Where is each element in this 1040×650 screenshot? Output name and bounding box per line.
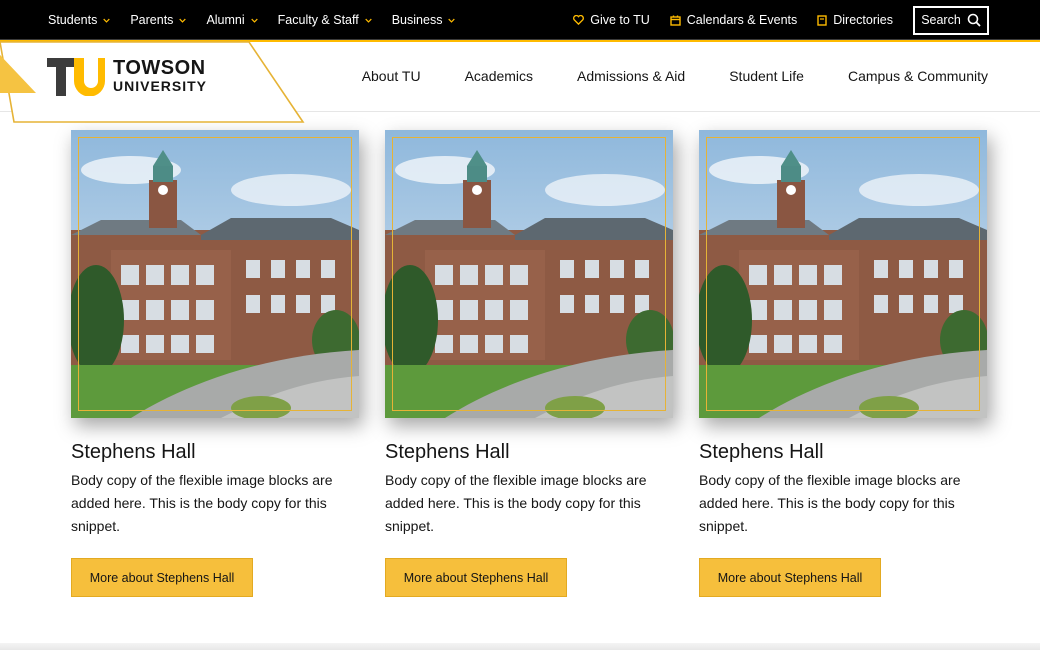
building-photo: [699, 130, 987, 418]
calendars-events-label: Calendars & Events: [686, 13, 798, 27]
card-body: Body copy of the flexible image blocks a…: [699, 472, 961, 534]
more-about-button[interactable]: More about Stephens Hall: [699, 558, 881, 597]
logo-university: UNIVERSITY: [113, 78, 208, 94]
card-title: Stephens Hall: [385, 441, 510, 463]
search-label: Search: [921, 13, 961, 27]
search-button[interactable]: Search: [913, 5, 989, 35]
image-block: Stephens Hall Body copy of the flexible …: [385, 130, 673, 597]
building-photo: [385, 130, 673, 418]
search-icon: [967, 13, 981, 27]
stephens-hall-image: [699, 130, 987, 418]
chevron-down-icon: [250, 18, 258, 23]
more-about-button[interactable]: More about Stephens Hall: [385, 558, 567, 597]
book-icon: [817, 14, 827, 26]
menu-business[interactable]: Business: [392, 13, 456, 27]
directories-link[interactable]: Directories: [817, 13, 893, 27]
menu-faculty-staff-label: Faculty & Staff: [277, 13, 359, 27]
logo-towson: TOWSON: [113, 57, 206, 79]
menu-parents[interactable]: Parents: [130, 13, 187, 27]
building-photo: [71, 130, 359, 418]
calendar-icon: [670, 15, 681, 26]
section-divider: [0, 643, 1040, 650]
logo-link[interactable]: TOWSON UNIVERSITY: [0, 40, 310, 126]
nav-campus-community[interactable]: Campus & Community: [848, 68, 988, 84]
main-header: TOWSON UNIVERSITY About TU Academics Adm…: [0, 40, 1040, 123]
calendars-events-link[interactable]: Calendars & Events: [670, 13, 797, 27]
nav-admissions-aid[interactable]: Admissions & Aid: [577, 68, 685, 84]
more-about-button[interactable]: More about Stephens Hall: [71, 558, 253, 597]
tu-logo-mark: [47, 58, 105, 96]
menu-alumni[interactable]: Alumni: [206, 13, 258, 27]
card-body: Body copy of the flexible image blocks a…: [71, 472, 333, 534]
card-body: Body copy of the flexible image blocks a…: [385, 472, 647, 534]
chevron-down-icon: [364, 18, 372, 23]
utility-links: Give to TU Calendars & Events Directorie…: [573, 0, 1040, 40]
utility-bar: Students Parents Alumni Faculty & Staff …: [0, 0, 1040, 40]
menu-alumni-label: Alumni: [206, 13, 245, 27]
menu-students-label: Students: [48, 13, 98, 27]
image-block: Stephens Hall Body copy of the flexible …: [699, 130, 987, 597]
chevron-down-icon: [103, 18, 111, 23]
nav-academics[interactable]: Academics: [465, 68, 533, 84]
directories-label: Directories: [833, 13, 893, 27]
image-block: Stephens Hall Body copy of the flexible …: [71, 130, 359, 597]
nav-student-life[interactable]: Student Life: [729, 68, 804, 84]
logo-wordmark: TOWSON UNIVERSITY: [113, 57, 207, 94]
card-title: Stephens Hall: [699, 441, 824, 463]
primary-nav: About TU Academics Admissions & Aid Stud…: [318, 40, 988, 112]
chevron-down-icon: [448, 18, 456, 23]
chevron-down-icon: [179, 18, 187, 23]
audience-menu: Students Parents Alumni Faculty & Staff …: [48, 0, 475, 40]
menu-faculty-staff[interactable]: Faculty & Staff: [278, 13, 372, 27]
stephens-hall-image: [71, 130, 359, 418]
give-to-tu-label: Give to TU: [590, 13, 650, 27]
heart-icon: [573, 15, 585, 25]
give-to-tu-link[interactable]: Give to TU: [573, 13, 650, 27]
menu-students[interactable]: Students: [48, 13, 111, 27]
menu-parents-label: Parents: [130, 13, 174, 27]
stephens-hall-image: [385, 130, 673, 418]
menu-business-label: Business: [391, 13, 443, 27]
card-title: Stephens Hall: [71, 441, 196, 463]
nav-about-tu[interactable]: About TU: [362, 68, 421, 84]
